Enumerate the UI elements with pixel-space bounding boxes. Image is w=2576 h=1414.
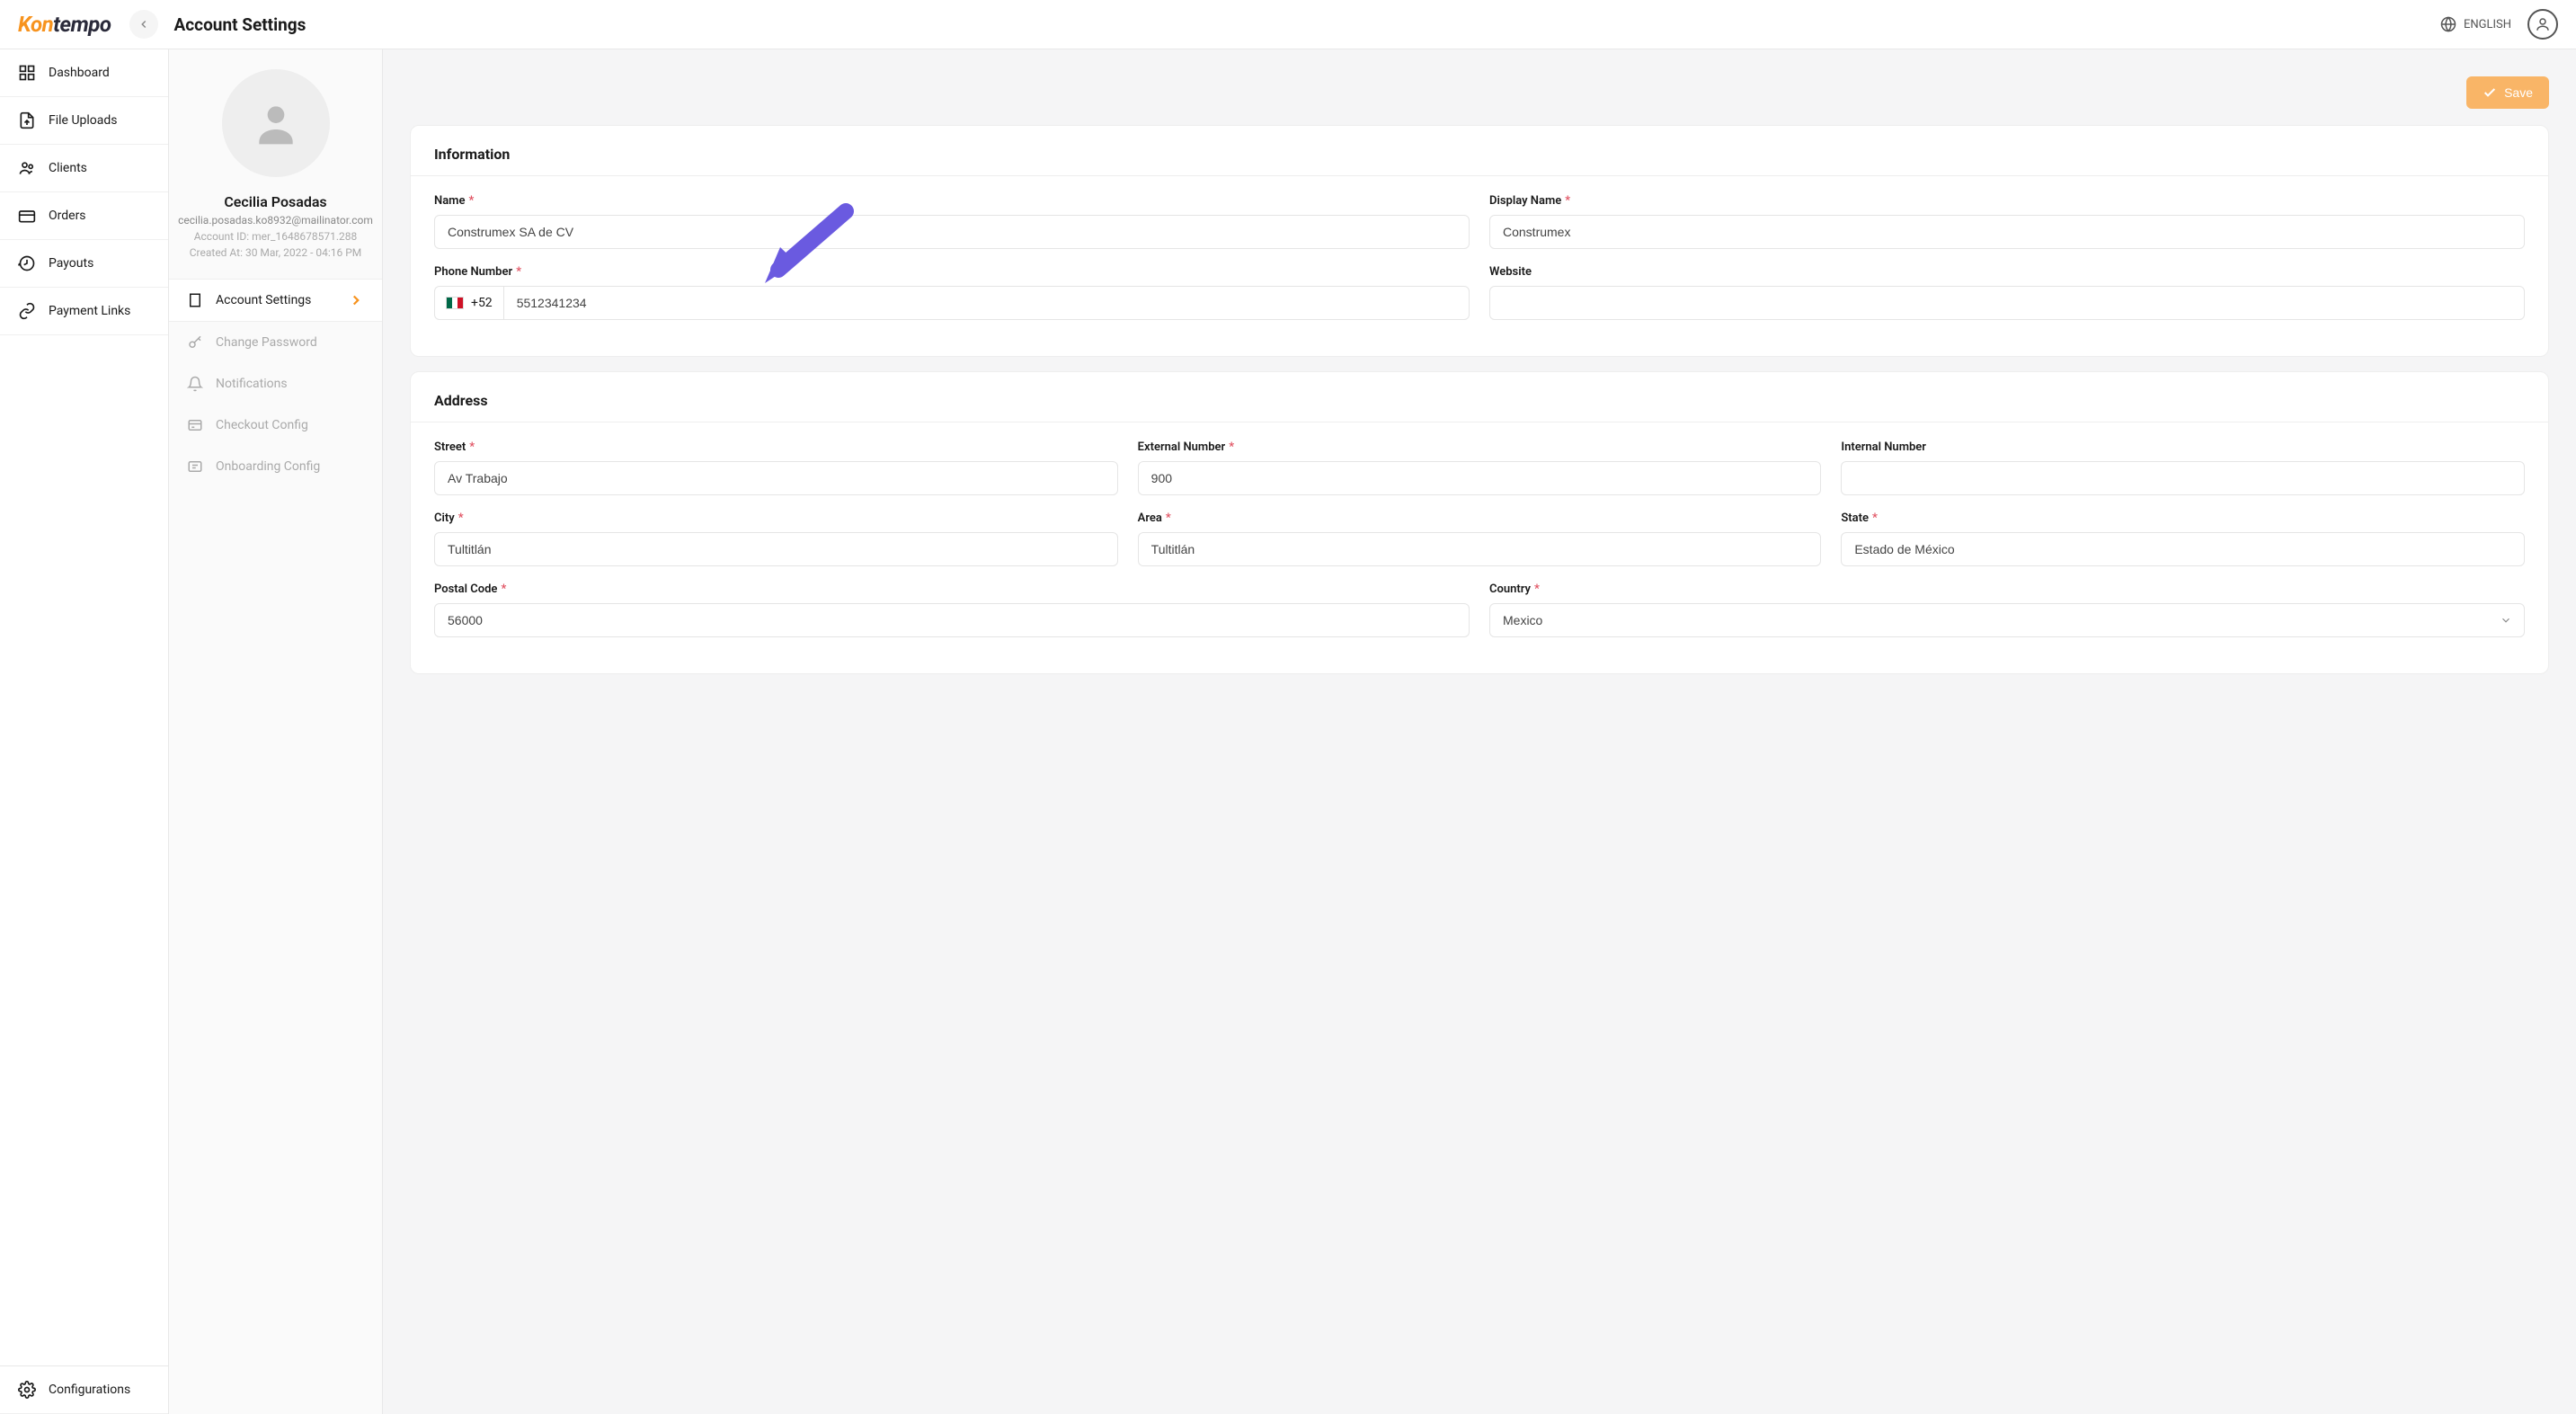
- checkout-icon: [187, 417, 203, 433]
- sidebar-item-label: Payouts: [49, 256, 93, 271]
- subnav-account-settings[interactable]: Account Settings: [169, 279, 382, 322]
- sidebar-item-payment-links[interactable]: Payment Links: [0, 288, 168, 335]
- area-input[interactable]: [1138, 532, 1822, 566]
- main-content: Save Information Name* Display Name* Pho…: [383, 49, 2576, 1414]
- sidebar-item-configurations[interactable]: Configurations: [0, 1365, 168, 1414]
- internal-number-label: Internal Number: [1841, 440, 2525, 454]
- building-icon: [187, 292, 203, 308]
- page-title: Account Settings: [174, 14, 306, 35]
- area-label: Area*: [1138, 511, 1822, 525]
- display-name-input[interactable]: [1489, 215, 2525, 249]
- state-input[interactable]: [1841, 532, 2525, 566]
- user-icon: [2535, 16, 2551, 32]
- street-label: Street*: [434, 440, 1118, 454]
- state-label: State*: [1841, 511, 2525, 525]
- chevron-right-icon: [348, 292, 364, 308]
- sidebar-item-dashboard[interactable]: Dashboard: [0, 49, 168, 97]
- display-name-label: Display Name*: [1489, 194, 2525, 208]
- external-number-label: External Number*: [1138, 440, 1822, 454]
- internal-number-input[interactable]: [1841, 461, 2525, 495]
- subnav-label: Checkout Config: [216, 418, 308, 432]
- sidebar-item-label: Dashboard: [49, 66, 110, 80]
- profile-email: cecilia.posadas.ko8932@mailinator.com: [169, 214, 382, 227]
- bell-icon: [187, 376, 203, 392]
- gear-icon: [18, 1381, 36, 1399]
- dashboard-icon: [18, 64, 36, 82]
- sidebar: Dashboard File Uploads Clients Orders Pa…: [0, 49, 169, 1414]
- city-label: City*: [434, 511, 1118, 525]
- orders-icon: [18, 207, 36, 225]
- header: Kontempo Account Settings ENGLISH: [0, 0, 2576, 49]
- phone-input[interactable]: [503, 286, 1470, 320]
- sidebar-item-orders[interactable]: Orders: [0, 192, 168, 240]
- logo[interactable]: Kontempo: [18, 12, 111, 37]
- subnav-label: Change Password: [216, 335, 317, 350]
- website-input[interactable]: [1489, 286, 2525, 320]
- profile-name: Cecilia Posadas: [169, 193, 382, 210]
- globe-icon: [2440, 16, 2456, 32]
- subnav-label: Onboarding Config: [216, 459, 320, 474]
- country-select[interactable]: [1489, 603, 2525, 637]
- subnav-label: Account Settings: [216, 293, 311, 307]
- postal-code-input[interactable]: [434, 603, 1470, 637]
- subnav-notifications[interactable]: Notifications: [169, 363, 382, 405]
- information-card: Information Name* Display Name* Phone Nu…: [410, 125, 2549, 357]
- sidebar-item-label: Payment Links: [49, 304, 130, 318]
- profile-created-at: Created At: 30 Mar, 2022 - 04:16 PM: [169, 246, 382, 259]
- sidebar-item-label: Configurations: [49, 1383, 130, 1397]
- avatar[interactable]: [222, 69, 330, 177]
- card-title: Information: [434, 146, 2525, 163]
- street-input[interactable]: [434, 461, 1118, 495]
- sidebar-item-file-uploads[interactable]: File Uploads: [0, 97, 168, 145]
- country-label: Country*: [1489, 582, 2525, 596]
- subsidebar: Cecilia Posadas cecilia.posadas.ko8932@m…: [169, 49, 383, 1414]
- save-button[interactable]: Save: [2466, 76, 2549, 109]
- website-label: Website: [1489, 265, 2525, 279]
- name-label: Name*: [434, 194, 1470, 208]
- sidebar-item-label: Clients: [49, 161, 87, 175]
- logo-accent: Kon: [18, 12, 53, 37]
- phone-label: Phone Number*: [434, 265, 1470, 279]
- key-icon: [187, 334, 203, 351]
- chevron-left-icon: [138, 18, 150, 31]
- mexico-flag-icon: [446, 297, 464, 309]
- link-icon: [18, 302, 36, 320]
- phone-prefix-value: +52: [471, 296, 493, 310]
- sidebar-item-clients[interactable]: Clients: [0, 145, 168, 192]
- sidebar-item-label: Orders: [49, 209, 86, 223]
- logo-rest: tempo: [53, 12, 111, 37]
- profile-button[interactable]: [2527, 9, 2558, 40]
- onboarding-icon: [187, 458, 203, 475]
- back-button[interactable]: [129, 10, 158, 39]
- payouts-icon: [18, 254, 36, 272]
- sidebar-item-label: File Uploads: [49, 113, 118, 128]
- postal-code-label: Postal Code*: [434, 582, 1470, 596]
- city-input[interactable]: [434, 532, 1118, 566]
- subnav-label: Notifications: [216, 377, 288, 391]
- card-title: Address: [434, 392, 2525, 409]
- subnav-onboarding-config[interactable]: Onboarding Config: [169, 446, 382, 487]
- subnav-checkout-config[interactable]: Checkout Config: [169, 405, 382, 446]
- check-icon: [2483, 85, 2497, 100]
- address-card: Address Street* External Number* Interna…: [410, 371, 2549, 674]
- user-placeholder-icon: [251, 98, 301, 148]
- file-upload-icon: [18, 111, 36, 129]
- language-selector[interactable]: ENGLISH: [2440, 16, 2511, 32]
- clients-icon: [18, 159, 36, 177]
- external-number-input[interactable]: [1138, 461, 1822, 495]
- language-label: ENGLISH: [2464, 18, 2511, 31]
- save-label: Save: [2504, 85, 2533, 100]
- subnav-change-password[interactable]: Change Password: [169, 322, 382, 363]
- profile-account-id: Account ID: mer_1648678571.288: [169, 230, 382, 243]
- phone-country-prefix[interactable]: +52: [434, 286, 503, 320]
- name-input[interactable]: [434, 215, 1470, 249]
- sidebar-item-payouts[interactable]: Payouts: [0, 240, 168, 288]
